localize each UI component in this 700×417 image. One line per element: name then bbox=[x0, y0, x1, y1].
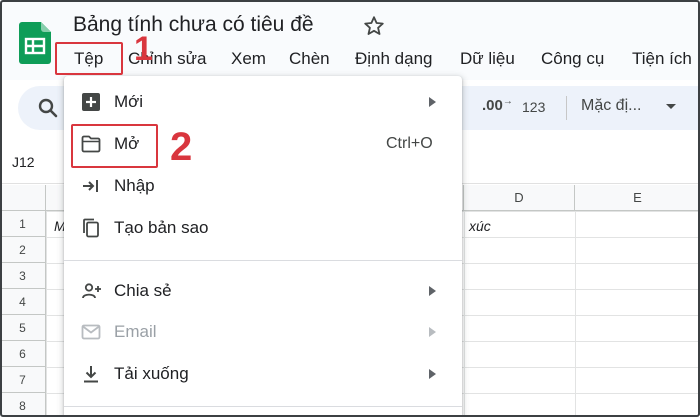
toolbar-divider bbox=[566, 96, 567, 120]
gridline-e bbox=[575, 211, 576, 417]
menu-view[interactable]: Xem bbox=[231, 46, 266, 72]
menu-item-new[interactable]: Mới bbox=[64, 82, 462, 122]
menu-item-import[interactable]: Nhập bbox=[64, 166, 462, 206]
column-header-e[interactable]: E bbox=[575, 185, 700, 211]
document-title[interactable]: Bảng tính chưa có tiêu đề bbox=[73, 13, 314, 37]
star-outline-icon[interactable] bbox=[362, 14, 386, 38]
decimal-label: .00 bbox=[482, 97, 503, 114]
menu-item-share-label: Chia sẻ bbox=[114, 281, 172, 300]
decimal-arrow: → bbox=[502, 96, 513, 107]
menu-divider bbox=[64, 406, 462, 407]
number-format-button[interactable]: 123 bbox=[522, 99, 545, 115]
menu-divider bbox=[64, 260, 462, 261]
highlight-file-menu bbox=[55, 42, 123, 75]
import-icon bbox=[83, 180, 98, 192]
submenu-arrow-icon bbox=[429, 286, 436, 296]
name-box[interactable]: J12 bbox=[12, 154, 35, 170]
gridline-d bbox=[464, 211, 465, 417]
row-header-5[interactable]: 5 bbox=[0, 315, 46, 341]
menu-item-new-label: Mới bbox=[114, 92, 144, 111]
menu-item-download-label: Tải xuống bbox=[114, 364, 189, 383]
menu-format[interactable]: Định dạng bbox=[355, 46, 433, 72]
menu-item-import-label: Nhập bbox=[114, 176, 155, 195]
row-header-8[interactable]: 8 bbox=[0, 393, 46, 417]
menu-data[interactable]: Dữ liệu bbox=[460, 46, 515, 72]
cell-d1[interactable]: xúc bbox=[469, 218, 491, 234]
select-all-corner[interactable] bbox=[0, 185, 46, 211]
search-icon[interactable] bbox=[36, 96, 60, 120]
submenu-arrow-icon bbox=[429, 369, 436, 379]
email-icon bbox=[81, 324, 101, 340]
menu-item-share[interactable]: Chia sẻ bbox=[64, 271, 462, 311]
font-select[interactable]: Mặc đị... bbox=[581, 97, 641, 115]
menu-tools[interactable]: Công cụ bbox=[541, 46, 604, 72]
highlight-open-item bbox=[71, 124, 158, 168]
row-header-1[interactable]: 1 bbox=[0, 211, 46, 237]
row-header-7[interactable]: 7 bbox=[0, 367, 46, 393]
submenu-arrow-icon bbox=[429, 327, 436, 337]
menu-extensions[interactable]: Tiện ích bbox=[632, 46, 692, 72]
menu-item-make-copy[interactable]: Tạo bản sao bbox=[64, 208, 462, 248]
new-sheet-icon bbox=[82, 93, 100, 111]
step-number-1: 1 bbox=[134, 30, 153, 68]
chevron-down-icon[interactable] bbox=[666, 104, 676, 109]
row-header-2[interactable]: 2 bbox=[0, 237, 46, 263]
menu-item-email: Email bbox=[64, 312, 462, 352]
open-shortcut: Ctrl+O bbox=[386, 135, 433, 152]
menu-insert[interactable]: Chèn bbox=[289, 46, 330, 72]
menu-item-make-copy-label: Tạo bản sao bbox=[114, 218, 209, 237]
step-number-2: 2 bbox=[170, 125, 193, 169]
increase-decimal-button[interactable]: .00→ bbox=[482, 96, 513, 114]
submenu-arrow-icon bbox=[429, 97, 436, 107]
download-icon bbox=[84, 366, 98, 383]
column-header-d[interactable]: D bbox=[464, 185, 575, 211]
menu-item-email-label: Email bbox=[114, 322, 157, 341]
row-header-3[interactable]: 3 bbox=[0, 263, 46, 289]
row-header-4[interactable]: 4 bbox=[0, 289, 46, 315]
row-header-6[interactable]: 6 bbox=[0, 341, 46, 367]
share-person-icon bbox=[82, 283, 101, 299]
menu-item-download[interactable]: Tải xuống bbox=[64, 354, 462, 394]
copy-icon bbox=[83, 218, 99, 238]
